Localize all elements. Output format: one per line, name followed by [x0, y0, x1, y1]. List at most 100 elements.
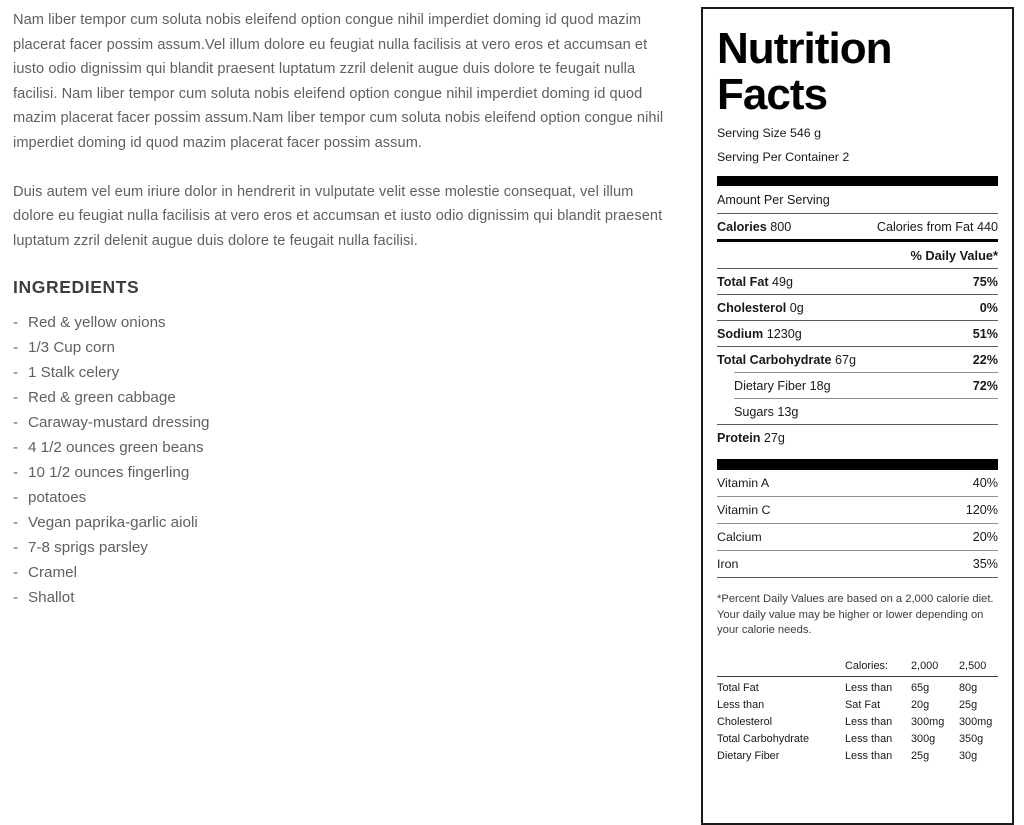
nutrient-label: Calcium — [717, 530, 762, 544]
divider-thick-vitamins — [717, 459, 998, 470]
ingredient-label: Caraway-mustard dressing — [28, 414, 210, 432]
nutrient-row-sugars: Sugars 13g — [717, 399, 998, 424]
dv-header-2000: 2,000 — [911, 659, 939, 672]
divider-thick-top — [717, 176, 998, 186]
nutrient-row-total-carbohydrate: Total Carbohydrate 67g 22% — [717, 347, 998, 372]
daily-value-footnote: *Percent Daily Values are based on a 2,0… — [717, 593, 994, 636]
dv-cell-qualifier: Less than — [845, 715, 893, 728]
ingredient-label: potatoes — [28, 489, 87, 507]
bullet-dash-icon: - — [13, 514, 19, 532]
dv-cell-label: Less than — [717, 698, 765, 711]
bullet-dash-icon: - — [13, 389, 19, 407]
list-item: - 10 1/2 ounces fingerling — [13, 460, 678, 485]
daily-values-reference-table: Calories: 2,000 2,500 Total Fat Less tha… — [717, 658, 998, 765]
bullet-dash-icon: - — [13, 314, 19, 332]
list-item: - potatoes — [13, 485, 678, 510]
nutrient-label-group: Sodium 1230g — [717, 327, 802, 341]
nutrient-row-dietary-fiber: Dietary Fiber 18g 72% — [717, 373, 998, 398]
list-item: - 4 1/2 ounces green beans — [13, 435, 678, 460]
nutrient-label: Total Fat — [717, 275, 769, 289]
daily-value-header: % Daily Value* — [910, 248, 999, 263]
dv-cell-2500: 350g — [959, 732, 984, 745]
nutrient-label-group: Dietary Fiber 18g — [734, 379, 831, 393]
dv-cell-2000: 20g — [911, 698, 930, 711]
list-item: - 7-8 sprigs parsley — [13, 535, 678, 560]
table-row: Total Carbohydrate Less than 300g 350g — [717, 731, 998, 748]
nutrient-row-vitamin-a: Vitamin A 40% — [717, 470, 998, 496]
dv-cell-2000: 300mg — [911, 715, 945, 728]
nutrient-daily-value: 0% — [979, 301, 998, 315]
ingredient-label: 7-8 sprigs parsley — [28, 539, 148, 557]
nutrient-row-total-fat: Total Fat 49g 75% — [717, 269, 998, 294]
nutrient-daily-value: 35% — [972, 557, 998, 571]
calories-from-fat: Calories from Fat 440 — [876, 220, 998, 234]
nutrient-label-group: Protein 27g — [717, 431, 785, 445]
amount-per-serving-label: Amount Per Serving — [717, 193, 830, 207]
dv-cell-label: Cholesterol — [717, 715, 773, 728]
dv-cell-2000: 65g — [911, 681, 930, 694]
bullet-dash-icon: - — [13, 564, 19, 582]
nutrient-amount: 49g — [772, 275, 794, 289]
nutrient-amount: 13g — [777, 405, 799, 419]
table-row: Less than Sat Fat 20g 25g — [717, 697, 998, 714]
nutrient-row-cholesterol: Cholesterol 0g 0% — [717, 295, 998, 320]
nutrient-daily-value: 40% — [972, 476, 998, 490]
dv-header-blank — [717, 658, 845, 677]
nutrition-facts-panel: Nutrition Facts Serving Size 546 g Servi… — [701, 7, 1014, 825]
intro-paragraph-2: Duis autem vel eum iriure dolor in hendr… — [13, 183, 663, 249]
nutrient-label: Total Carbohydrate — [717, 353, 832, 367]
intro-paragraph-1: Nam liber tempor cum soluta nobis eleife… — [13, 12, 664, 151]
nutrient-label: Iron — [717, 557, 739, 571]
dv-cell-label: Total Carbohydrate — [717, 732, 810, 745]
serving-size: Serving Size 546 g — [717, 126, 822, 140]
nutrition-facts-title: Nutrition Facts — [717, 26, 998, 118]
nutrient-amount: 67g — [835, 353, 857, 367]
nutrient-row-calcium: Calcium 20% — [717, 524, 998, 550]
list-item: - Red & green cabbage — [13, 385, 678, 410]
nutrient-daily-value: 75% — [972, 275, 998, 289]
dv-cell-2500: 80g — [959, 681, 978, 694]
ingredient-label: Cramel — [28, 564, 77, 582]
nutrient-row-sodium: Sodium 1230g 51% — [717, 321, 998, 346]
calories-value: 800 — [770, 220, 792, 234]
bullet-dash-icon: - — [13, 364, 19, 382]
dv-cell-2000: 25g — [911, 749, 930, 762]
nutrient-label: Dietary Fiber — [734, 379, 807, 393]
divider-below-iron — [717, 577, 998, 578]
nutrient-amount: 0g — [789, 301, 804, 315]
dv-cell-qualifier: Less than — [845, 732, 893, 745]
nutrient-label: Sodium — [717, 327, 764, 341]
bullet-dash-icon: - — [13, 489, 19, 507]
calories-label-group: Calories 800 — [717, 220, 791, 234]
serving-per-container: Serving Per Container 2 — [717, 149, 850, 164]
ingredient-label: Red & green cabbage — [28, 389, 176, 407]
ingredient-label: Vegan paprika-garlic aioli — [28, 514, 198, 532]
dv-cell-2000: 300g — [911, 732, 936, 745]
table-header-row: Calories: 2,000 2,500 — [717, 658, 998, 677]
dv-cell-qualifier: Sat Fat — [845, 698, 881, 711]
bullet-dash-icon: - — [13, 339, 19, 357]
ingredient-label: Red & yellow onions — [28, 314, 166, 332]
calories-label: Calories — [717, 220, 767, 234]
dv-header-2500: 2,500 — [959, 659, 987, 672]
dv-cell-qualifier: Less than — [845, 749, 893, 762]
table-row: Total Fat Less than 65g 80g — [717, 676, 998, 697]
nutrient-amount: 27g — [763, 431, 785, 445]
nutrient-label-group: Total Fat 49g — [717, 275, 793, 289]
dv-cell-label: Dietary Fiber — [717, 749, 780, 762]
dv-header-calories: Calories: — [845, 659, 888, 672]
nutrient-label-group: Cholesterol 0g — [717, 301, 804, 315]
nutrient-label-group: Sugars 13g — [734, 405, 798, 419]
dv-cell-2500: 300mg — [959, 715, 993, 728]
list-item: - 1/3 Cup corn — [13, 335, 678, 360]
list-item: - 1 Stalk celery — [13, 360, 678, 385]
list-item: - Red & yellow onions — [13, 310, 678, 335]
dv-cell-2500: 25g — [959, 698, 978, 711]
nutrient-daily-value: 51% — [972, 327, 998, 341]
calories-row: Calories 800 Calories from Fat 440 — [717, 214, 998, 239]
ingredient-label: 1/3 Cup corn — [28, 339, 115, 357]
table-row: Dietary Fiber Less than 25g 30g — [717, 748, 998, 765]
bullet-dash-icon: - — [13, 539, 19, 557]
amount-per-serving-row: Amount Per Serving — [717, 186, 998, 213]
ingredient-label: Shallot — [28, 589, 75, 607]
